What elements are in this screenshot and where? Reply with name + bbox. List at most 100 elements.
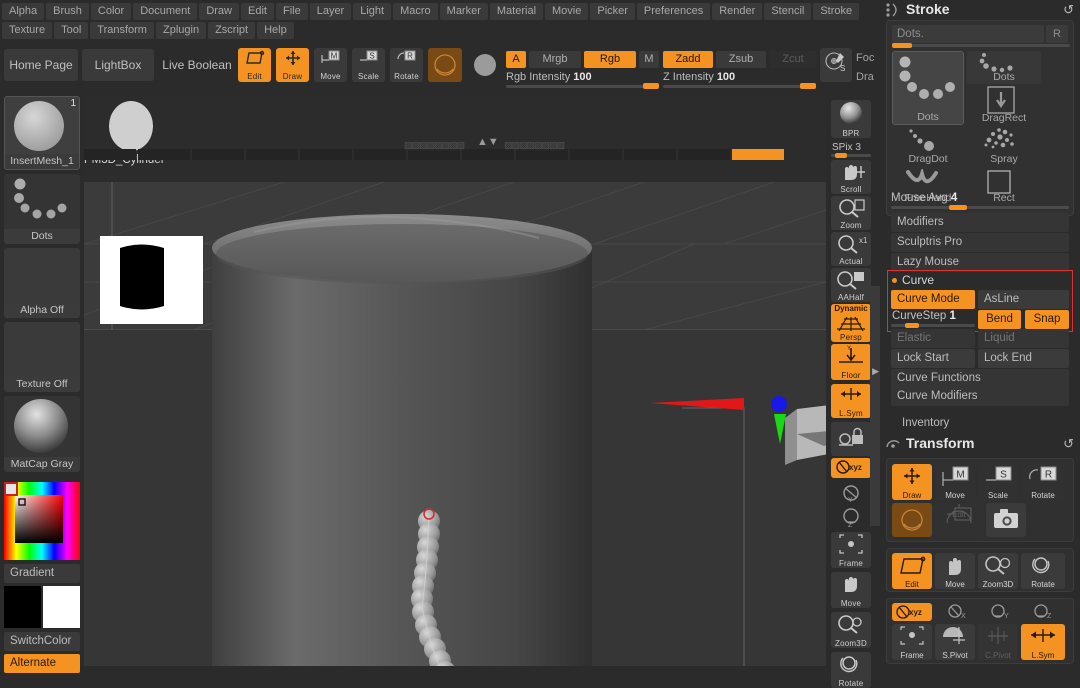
lock-start-button[interactable]: Lock Start — [891, 349, 975, 368]
symmetry-z-button[interactable]: Z — [1021, 603, 1065, 621]
rgb-intensity-slider[interactable]: Rgb Intensity 100 — [506, 71, 659, 89]
lock-end-button[interactable]: Lock End — [978, 349, 1069, 368]
transform-gyro-button[interactable] — [892, 503, 932, 537]
move-toggle-button[interactable]: Move — [935, 553, 975, 589]
panel-resize-handle[interactable] — [870, 286, 880, 526]
edit-toggle-button[interactable]: Edit — [892, 553, 932, 589]
curve-step-slider[interactable]: CurveStep 1 — [891, 310, 975, 328]
menu-item-brush[interactable]: Brush — [46, 3, 89, 20]
menu-item-tool[interactable]: Tool — [54, 22, 89, 39]
menu-item-light[interactable]: Light — [353, 3, 392, 20]
menu-item-render[interactable]: Render — [712, 3, 763, 20]
menu-item-zscript[interactable]: Zscript — [208, 22, 256, 39]
stroke-palette-reset-icon[interactable]: ↺ — [1063, 2, 1074, 18]
menu-item-movie[interactable]: Movie — [545, 3, 589, 20]
sidebar-item-material[interactable]: MatCap Gray — [4, 396, 80, 472]
stroke-swatch-dragdot[interactable]: DragDot — [892, 128, 964, 166]
current-tool-thumbnail[interactable] — [98, 100, 164, 152]
rotate-3d-button[interactable]: Rotate — [831, 652, 871, 688]
curve-functions-row[interactable]: Curve Functions — [891, 369, 1069, 388]
perspective-button[interactable]: Dynamic Persp — [831, 304, 871, 342]
rotate-toggle-button[interactable]: Rotate — [1021, 553, 1065, 589]
stroke-preset-field[interactable]: Dots. — [892, 25, 1044, 43]
frame-button-transform[interactable]: Frame — [892, 624, 932, 660]
edit-mode-button[interactable]: Edit — [238, 48, 271, 82]
menu-item-texture[interactable]: Texture — [2, 22, 53, 39]
stroke-swatch-dragrect[interactable]: DragRect — [967, 86, 1041, 125]
menu-item-color[interactable]: Color — [90, 3, 132, 20]
transform-draw-button[interactable]: Draw — [892, 464, 932, 500]
rotate-z-button[interactable]: Z — [831, 506, 871, 528]
s-pivot-button[interactable]: S.Pivot — [935, 624, 975, 660]
zadd-toggle[interactable]: Zadd — [663, 51, 713, 68]
zoom-3d-button[interactable]: Zoom3D — [831, 612, 871, 648]
switch-color-button[interactable]: SwitchColor — [4, 632, 80, 651]
lazy-mouse-row[interactable]: Lazy Mouse — [891, 253, 1069, 272]
floor-button[interactable]: Y Floor — [831, 344, 871, 380]
menu-item-document[interactable]: Document — [133, 3, 198, 20]
menu-item-stencil[interactable]: Stencil — [764, 3, 812, 20]
rgb-toggle[interactable]: Rgb — [584, 51, 636, 68]
mouse-avg-slider[interactable]: Mouse Avg 4 — [891, 192, 1069, 210]
zsub-toggle[interactable]: Zsub — [716, 51, 766, 68]
panel-collapse-arrow[interactable]: ▶ — [872, 366, 879, 377]
color-picker[interactable] — [4, 482, 80, 560]
symmetry-x-button[interactable]: X — [935, 603, 975, 621]
menu-item-file[interactable]: File — [275, 3, 308, 20]
primary-color-swatch[interactable] — [4, 586, 41, 628]
bend-button[interactable]: Bend — [978, 310, 1021, 329]
stroke-preset-r-button[interactable]: R — [1046, 25, 1068, 43]
transform-edit-object-button[interactable]: Edit — [935, 503, 983, 537]
menu-item-preferences[interactable]: Preferences — [636, 3, 711, 20]
curve-mode-button[interactable]: Curve Mode — [891, 290, 975, 309]
modifiers-row[interactable]: Modifiers — [891, 213, 1069, 232]
actual-button[interactable]: x1 Actual — [831, 232, 871, 266]
m-toggle[interactable]: M — [639, 51, 659, 68]
sidebar-item-stroke[interactable]: Dots — [4, 174, 80, 244]
transform-snapshot-button[interactable] — [986, 503, 1026, 537]
move-mode-button[interactable]: M Move — [314, 48, 347, 82]
spix-knob[interactable] — [835, 153, 847, 158]
transform-scale-button[interactable]: S Scale — [978, 464, 1018, 500]
scale-mode-button[interactable]: S Scale — [352, 48, 385, 82]
menu-item-marker[interactable]: Marker — [439, 3, 488, 20]
rotate-mode-button[interactable]: R Rotate — [390, 48, 423, 82]
menu-item-layer[interactable]: Layer — [309, 3, 352, 20]
rgb-intensity-knob[interactable] — [643, 83, 659, 89]
menu-item-alpha[interactable]: Alpha — [2, 3, 45, 20]
menu-item-macro[interactable]: Macro — [393, 3, 438, 20]
frame-button[interactable]: Frame — [831, 532, 871, 568]
lock-button[interactable] — [831, 422, 871, 456]
z-intensity-knob[interactable] — [800, 83, 816, 89]
menu-item-draw[interactable]: Draw — [199, 3, 239, 20]
transform-rotate-button[interactable]: R Rotate — [1021, 464, 1065, 500]
mouse-avg-knob[interactable] — [949, 205, 967, 210]
local-symmetry-button[interactable]: L.Sym — [831, 384, 871, 418]
menu-item-picker[interactable]: Picker — [590, 3, 635, 20]
transform-move-button[interactable]: M Move — [935, 464, 975, 500]
current-alpha-button[interactable] — [468, 48, 502, 82]
curve-section-header[interactable]: Curve — [891, 273, 1069, 289]
scrubber-arrows[interactable]: ▲▼ — [477, 136, 499, 148]
draw-mode-button[interactable]: Draw — [276, 48, 309, 82]
mrgb-toggle[interactable]: Mrgb — [529, 51, 581, 68]
sculptris-pro-row[interactable]: Sculptris Pro — [891, 233, 1069, 252]
menu-item-stroke[interactable]: Stroke — [813, 3, 860, 20]
rotate-y-button[interactable]: Y — [831, 482, 871, 504]
inventory-label[interactable]: Inventory — [902, 417, 949, 429]
z-intensity-slider[interactable]: Z Intensity 100 — [663, 71, 816, 89]
c-pivot-button[interactable]: C.Pivot — [978, 624, 1018, 660]
scroll-button[interactable]: Scroll — [831, 160, 871, 194]
transform-palette-reset-icon[interactable]: ↺ — [1063, 436, 1074, 452]
snap-button[interactable]: Snap — [1025, 310, 1069, 329]
curve-modifiers-row[interactable]: Curve Modifiers — [891, 387, 1069, 406]
symmetry-xyz-button[interactable]: xyz — [892, 603, 932, 621]
menu-item-edit[interactable]: Edit — [241, 3, 274, 20]
bpr-button[interactable]: BPR — [831, 100, 871, 138]
sidebar-item-brush[interactable]: 1 InsertMesh_1 — [4, 96, 80, 170]
focal-shift-button[interactable]: S — [820, 48, 852, 82]
zoom-button[interactable]: Zoom — [831, 196, 871, 230]
zcut-toggle[interactable]: Zcut — [769, 51, 817, 68]
lightbox-button[interactable]: LightBox — [82, 49, 154, 81]
symmetry-y-button[interactable]: Y — [978, 603, 1018, 621]
